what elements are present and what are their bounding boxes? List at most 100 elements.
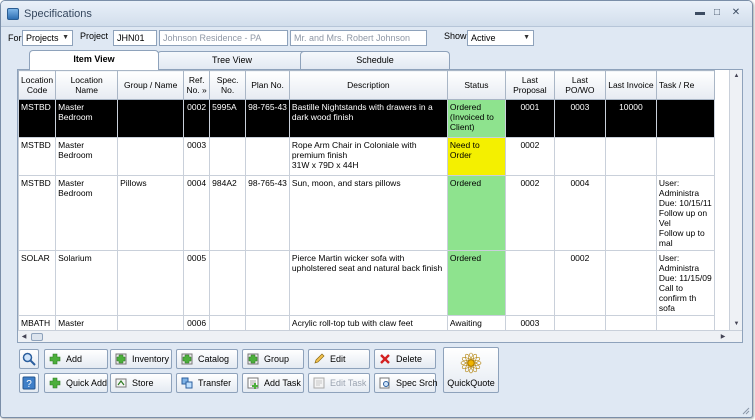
cell-loc-code[interactable]: MSTBD xyxy=(18,137,57,176)
quick-add-button[interactable]: Quick Add xyxy=(44,373,108,393)
column-header[interactable]: Description xyxy=(288,70,448,100)
cell-status[interactable]: Ordered (Invoiced to Client) xyxy=(446,99,506,138)
scroll-left-icon[interactable]: ◀ xyxy=(18,331,30,342)
vertical-scrollbar[interactable]: ▲ ▼ xyxy=(729,70,742,342)
tab-schedule[interactable]: Schedule xyxy=(300,51,450,69)
search-button[interactable] xyxy=(19,349,39,369)
cell-plan[interactable] xyxy=(245,250,290,316)
horizontal-scrollbar[interactable]: ◀ ▶ xyxy=(18,330,742,342)
cell-desc[interactable]: Pierce Martin wicker sofa with upholster… xyxy=(288,250,448,316)
scroll-up-icon[interactable]: ▲ xyxy=(730,70,742,82)
cell-group[interactable] xyxy=(117,99,185,138)
column-header[interactable]: Status xyxy=(446,70,506,100)
scroll-right-icon[interactable]: ▶ xyxy=(717,331,729,342)
group-button[interactable]: Group xyxy=(242,349,304,369)
column-header[interactable]: Task / Re xyxy=(655,70,715,100)
column-header[interactable]: Group / Name xyxy=(117,70,185,100)
edit-task-button[interactable]: Edit Task xyxy=(308,373,370,393)
transfer-button-label: Transfer xyxy=(198,378,232,388)
cell-group[interactable]: Pillows xyxy=(117,175,185,251)
cell-invoice[interactable]: 10000 xyxy=(604,99,657,138)
quickquote-button[interactable]: QuickQuote xyxy=(443,347,499,393)
column-header[interactable]: Plan No. xyxy=(245,70,290,100)
store-button[interactable]: Store xyxy=(110,373,172,393)
cell-invoice[interactable] xyxy=(604,175,657,251)
cell-po[interactable]: 0002 xyxy=(553,250,606,316)
cell-loc-name[interactable]: Master Bedroom xyxy=(55,137,119,176)
cell-proposal[interactable] xyxy=(504,250,555,316)
add-inventory-icon xyxy=(115,353,127,365)
cell-invoice[interactable] xyxy=(604,137,657,176)
cell-desc[interactable]: Rope Arm Chair in Coloniale with premium… xyxy=(288,137,448,176)
cell-ref[interactable]: 0005 xyxy=(183,250,211,316)
cell-spec[interactable]: 984A2 xyxy=(209,175,247,251)
cell-proposal[interactable]: 0002 xyxy=(504,137,555,176)
delete-button[interactable]: Delete xyxy=(374,349,436,369)
resize-grip-icon[interactable] xyxy=(740,405,750,415)
table-row[interactable]: MSTBD Master Bedroom 0002 5995A 98-765-43 Bas… xyxy=(18,99,715,138)
help-button[interactable]: ? xyxy=(19,373,39,393)
cell-invoice[interactable] xyxy=(604,250,657,316)
add-button[interactable]: Add xyxy=(44,349,108,369)
catalog-button[interactable]: Catalog xyxy=(176,349,238,369)
tab-tree-view[interactable]: Tree View xyxy=(157,51,307,69)
cell-plan[interactable]: 98-765-43 xyxy=(245,175,290,251)
column-header[interactable]: Last Proposal xyxy=(504,70,555,100)
cell-loc-name[interactable]: Master Bedroom xyxy=(55,175,119,251)
cell-ref[interactable]: 0004 xyxy=(183,175,211,251)
cell-proposal[interactable]: 0002 xyxy=(504,175,555,251)
cell-po[interactable] xyxy=(553,137,606,176)
table-row[interactable]: MSTBD Master Bedroom Pillows 0004 984A2 98-76… xyxy=(18,175,715,251)
cell-ref[interactable]: 0002 xyxy=(183,99,211,138)
close-button[interactable]: ✕ xyxy=(729,7,743,19)
cell-desc[interactable]: Bastille Nightstands with drawers in a d… xyxy=(288,99,448,138)
transfer-button[interactable]: Transfer xyxy=(176,373,238,393)
cell-plan[interactable]: 98-765-43 xyxy=(245,99,290,138)
cell-po[interactable]: 0003 xyxy=(553,99,606,138)
cell-group[interactable] xyxy=(117,137,185,176)
view-tabs: Item View Tree View Schedule xyxy=(17,50,743,70)
cell-loc-code[interactable]: MSTBD xyxy=(18,99,57,138)
project-code-field[interactable]: JHN01 xyxy=(113,30,157,46)
cell-task[interactable] xyxy=(655,137,715,176)
cell-spec[interactable] xyxy=(209,250,247,316)
cell-task[interactable] xyxy=(655,99,715,138)
tab-item-view[interactable]: Item View xyxy=(29,50,159,70)
maximize-button[interactable]: □ xyxy=(710,7,724,19)
cell-task[interactable]: User: Administra Due: 11/15/09 Call to c… xyxy=(655,250,715,316)
cell-task[interactable]: User: Administra Due: 10/15/11 Follow up… xyxy=(655,175,715,251)
column-header[interactable]: Spec. No. xyxy=(209,70,247,100)
cell-status[interactable]: Ordered xyxy=(446,175,506,251)
cell-status[interactable]: Need to Order xyxy=(446,137,506,176)
table-row[interactable]: SOLAR Solarium 0005 Pierce Martin wicker so… xyxy=(18,250,715,316)
column-header[interactable]: Location Name xyxy=(55,70,119,100)
cell-proposal[interactable]: 0001 xyxy=(504,99,555,138)
cell-plan[interactable] xyxy=(245,137,290,176)
cell-desc[interactable]: Sun, moon, and stars pillows xyxy=(288,175,448,251)
column-header[interactable]: Ref. No. » xyxy=(183,70,211,100)
cell-spec[interactable]: 5995A xyxy=(209,99,247,138)
for-select[interactable]: Projects ▼ xyxy=(22,30,73,46)
cell-po[interactable]: 0004 xyxy=(553,175,606,251)
edit-button[interactable]: Edit xyxy=(308,349,370,369)
spec-search-button[interactable]: Spec Srch xyxy=(374,373,438,393)
column-header[interactable]: Last PO/WO xyxy=(553,70,606,100)
table-row[interactable]: MSTBD Master Bedroom 0003 Rope Arm Chair in… xyxy=(18,137,715,176)
scroll-down-icon[interactable]: ▼ xyxy=(730,318,742,330)
cell-group[interactable] xyxy=(117,250,185,316)
cell-loc-code[interactable]: SOLAR xyxy=(18,250,57,316)
cell-status[interactable]: Ordered xyxy=(446,250,506,316)
cell-loc-name[interactable]: Solarium xyxy=(55,250,119,316)
cell-loc-name[interactable]: Master Bedroom xyxy=(55,99,119,138)
add-task-button[interactable]: Add Task xyxy=(242,373,304,393)
scroll-thumb[interactable] xyxy=(31,333,43,341)
cell-spec[interactable] xyxy=(209,137,247,176)
column-header[interactable]: Location Code xyxy=(18,70,57,100)
cell-ref[interactable]: 0003 xyxy=(183,137,211,176)
cell-loc-code[interactable]: MSTBD xyxy=(18,175,57,251)
inventory-button[interactable]: Inventory xyxy=(110,349,172,369)
project-label: Project xyxy=(80,31,109,41)
show-select[interactable]: Active ▼ xyxy=(467,30,534,46)
column-header[interactable]: Last Invoice xyxy=(604,70,657,100)
minimize-button[interactable]: ▬ xyxy=(693,7,707,19)
